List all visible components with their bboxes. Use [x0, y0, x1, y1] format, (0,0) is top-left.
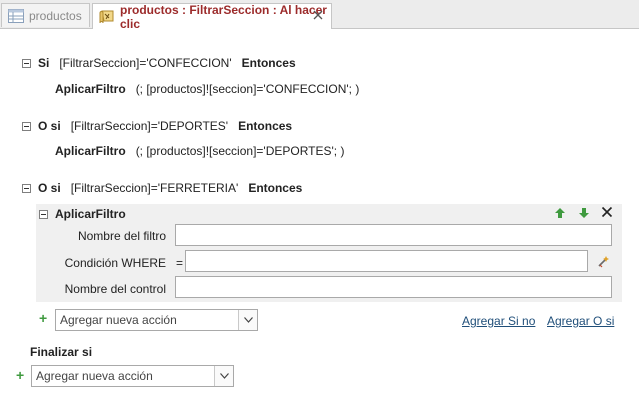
- elseif-condition[interactable]: [FiltrarSeccion]='DEPORTES': [71, 119, 228, 133]
- where-condition-label: Condición WHERE: [64, 256, 166, 270]
- add-plus-icon: +: [39, 310, 48, 326]
- move-down-icon[interactable]: [578, 207, 590, 222]
- end-if-text: Finalizar si: [30, 345, 93, 359]
- add-new-action-select[interactable]: Agregar nueva acción: [55, 309, 258, 331]
- collapse-toggle-icon[interactable]: [22, 121, 31, 131]
- action-editor-panel: AplicarFiltro Nombre del filtro Condició…: [36, 204, 622, 302]
- add-plus-icon: +: [16, 367, 25, 383]
- elseif-condition[interactable]: [FiltrarSeccion]='FERRETERIA': [71, 181, 239, 195]
- if-condition[interactable]: [FiltrarSeccion]='CONFECCION': [59, 56, 231, 70]
- document-tab-strip: productos productos : FiltrarSeccion : A…: [0, 0, 639, 31]
- add-new-action-select[interactable]: Agregar nueva acción: [31, 365, 234, 387]
- select-value: Agregar nueva acción: [60, 313, 177, 327]
- control-name-label: Nombre del control: [64, 282, 166, 296]
- tab-macro-filtrarseccion[interactable]: productos : FiltrarSeccion : Al hacer cl…: [92, 2, 332, 31]
- action-args: (; [productos]![seccion]='DEPORTES'; ): [135, 144, 345, 158]
- tab-label: productos: [29, 8, 82, 23]
- tab-label: productos : FiltrarSeccion : Al hacer cl…: [120, 2, 327, 31]
- macro-scroll-icon: [99, 10, 115, 24]
- action-editor-header: AplicarFiltro: [39, 207, 126, 221]
- then-keyword: Entonces: [241, 56, 296, 70]
- where-condition-input[interactable]: [185, 250, 588, 272]
- control-name-input[interactable]: [175, 276, 612, 298]
- collapse-toggle-icon[interactable]: [22, 58, 31, 68]
- collapse-toggle-icon[interactable]: [39, 209, 48, 219]
- elseif-block-header: O si [FiltrarSeccion]='FERRETERIA' Enton…: [22, 181, 302, 195]
- collapse-toggle-icon[interactable]: [22, 183, 31, 193]
- elseif-action-row[interactable]: AplicarFiltro (; [productos]![seccion]='…: [55, 144, 344, 158]
- elseif-keyword: O si: [38, 119, 61, 133]
- then-keyword: Entonces: [238, 119, 293, 133]
- add-else-link[interactable]: Agregar Si no: [462, 314, 535, 328]
- expression-builder-icon[interactable]: [597, 254, 611, 271]
- if-action-row[interactable]: AplicarFiltro (; [productos]![seccion]='…: [55, 82, 359, 96]
- if-keyword: Si: [38, 56, 50, 70]
- delete-action-icon[interactable]: [601, 206, 613, 221]
- table-icon: [8, 8, 24, 23]
- filter-name-input[interactable]: [175, 224, 612, 246]
- then-keyword: Entonces: [248, 181, 303, 195]
- action-name: AplicarFiltro: [55, 144, 126, 158]
- end-if-label: Finalizar si: [30, 345, 92, 359]
- action-name: AplicarFiltro: [55, 82, 126, 96]
- action-editor-title: AplicarFiltro: [55, 207, 126, 221]
- add-elseif-link[interactable]: Agregar O si: [547, 314, 614, 328]
- where-equals-sign: =: [176, 256, 184, 270]
- if-block-header: Si [FiltrarSeccion]='CONFECCION' Entonce…: [22, 56, 296, 70]
- action-args: (; [productos]![seccion]='CONFECCION'; ): [135, 82, 360, 96]
- close-tab-icon[interactable]: [309, 6, 327, 24]
- tab-productos-table[interactable]: productos: [1, 3, 90, 27]
- move-up-icon[interactable]: [554, 207, 566, 222]
- elseif-block-header: O si [FiltrarSeccion]='DEPORTES' Entonce…: [22, 119, 292, 133]
- chevron-down-icon[interactable]: [214, 366, 233, 386]
- select-value: Agregar nueva acción: [36, 369, 153, 383]
- filter-name-label: Nombre del filtro: [77, 229, 166, 243]
- elseif-keyword: O si: [38, 181, 61, 195]
- chevron-down-icon[interactable]: [238, 310, 257, 330]
